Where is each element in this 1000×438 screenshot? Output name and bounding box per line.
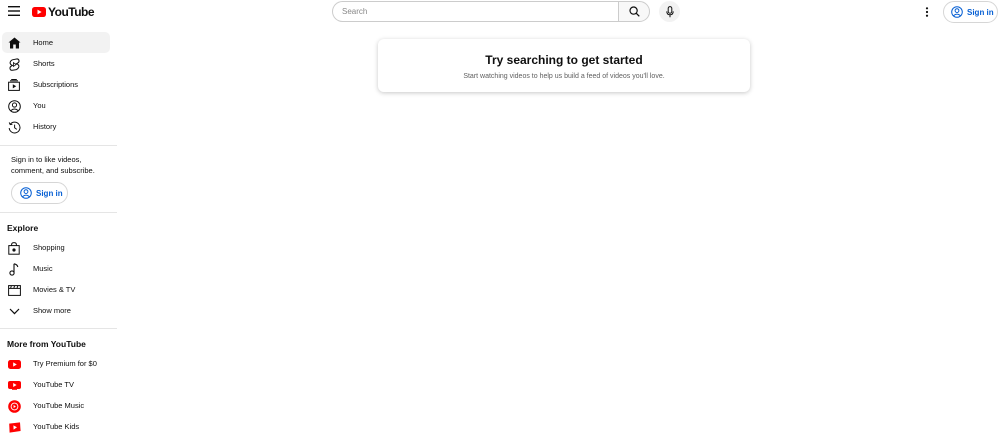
sidebar-item-movies-tv[interactable]: Movies & TV: [2, 279, 110, 300]
home-icon: [7, 36, 21, 50]
sidebar-item-label: YouTube Music: [33, 401, 85, 410]
shorts-icon: [7, 57, 21, 71]
youtube-music-icon: [7, 399, 21, 413]
chevron-down-icon: [7, 304, 21, 318]
sidebar-item-you[interactable]: You: [2, 95, 110, 116]
microphone-icon: [665, 5, 674, 17]
sidebar-item-youtube-music[interactable]: YouTube Music: [2, 395, 110, 416]
sidebar-item-label: Subscriptions: [33, 80, 79, 89]
more-from-youtube-title: More from YouTube: [7, 339, 86, 349]
sidebar-item-label: You: [33, 101, 46, 110]
sidebar-signin-button[interactable]: Sign in: [11, 182, 68, 204]
youtube-premium-icon: [7, 357, 21, 371]
history-icon: [7, 120, 21, 134]
voice-search-button[interactable]: [659, 1, 680, 22]
header-signin-button[interactable]: Sign in: [943, 1, 998, 23]
account-circle-icon: [20, 187, 32, 199]
sidebar-item-shorts[interactable]: Shorts: [2, 53, 110, 74]
shopping-bag-icon: [7, 241, 21, 255]
empty-feed-subtitle: Start watching videos to help us build a…: [463, 73, 665, 80]
sidebar-signin-label: Sign in: [36, 188, 63, 198]
settings-more-button[interactable]: [920, 4, 934, 20]
search-input[interactable]: [332, 1, 618, 22]
sidebar-item-label: YouTube Kids: [33, 422, 80, 431]
sidebar-item-home[interactable]: Home: [2, 32, 110, 53]
more-vertical-icon: [925, 7, 929, 17]
masthead: YouTube Sign in: [0, 0, 1000, 24]
movies-icon: [7, 283, 21, 297]
signin-prompt-text: Sign in to like videos, comment, and sub…: [11, 155, 95, 175]
guide-sidebar: Home Shorts Subscriptions You History Si…: [0, 32, 117, 437]
sidebar-item-label: Shorts: [33, 59, 55, 68]
empty-feed-card: Try searching to get started Start watch…: [378, 39, 750, 92]
you-icon: [7, 99, 21, 113]
sidebar-item-label: Shopping: [33, 243, 65, 252]
sidebar-item-subscriptions[interactable]: Subscriptions: [2, 74, 110, 95]
sidebar-item-label: Music: [33, 264, 53, 273]
sidebar-item-premium[interactable]: Try Premium for $0: [2, 353, 110, 374]
sidebar-item-label: History: [33, 122, 57, 131]
youtube-kids-icon: [7, 420, 21, 434]
youtube-logo[interactable]: YouTube: [32, 4, 95, 19]
sidebar-item-music[interactable]: Music: [2, 258, 110, 279]
sidebar-item-youtube-tv[interactable]: YouTube TV: [2, 374, 110, 395]
sidebar-item-youtube-kids[interactable]: YouTube Kids: [2, 416, 110, 437]
empty-feed-title: Try searching to get started: [485, 53, 643, 67]
sidebar-item-label: Show more: [33, 306, 71, 315]
account-circle-icon: [951, 6, 963, 18]
search-icon: [628, 6, 640, 17]
youtube-tv-icon: [7, 378, 21, 392]
logo-wordmark: YouTube: [48, 4, 95, 19]
header-signin-label: Sign in: [967, 7, 994, 17]
music-note-icon: [7, 262, 21, 276]
guide-menu-button[interactable]: [5, 2, 23, 20]
sidebar-item-label: Try Premium for $0: [33, 359, 97, 368]
search-button[interactable]: [618, 1, 650, 22]
sidebar-item-label: Movies & TV: [33, 285, 76, 294]
subscriptions-icon: [7, 78, 21, 92]
sidebar-signin-promo: Sign in to like videos, comment, and sub…: [0, 146, 117, 212]
youtube-logo-icon: [32, 6, 46, 17]
sidebar-item-shopping[interactable]: Shopping: [2, 237, 110, 258]
sidebar-item-show-more[interactable]: Show more: [2, 300, 110, 321]
explore-section-title: Explore: [7, 223, 39, 233]
search-box: [332, 1, 650, 22]
hamburger-menu-icon: [8, 6, 20, 16]
sidebar-item-label: YouTube TV: [33, 380, 75, 389]
sidebar-item-label: Home: [33, 38, 54, 47]
sidebar-item-history[interactable]: History: [2, 116, 110, 137]
